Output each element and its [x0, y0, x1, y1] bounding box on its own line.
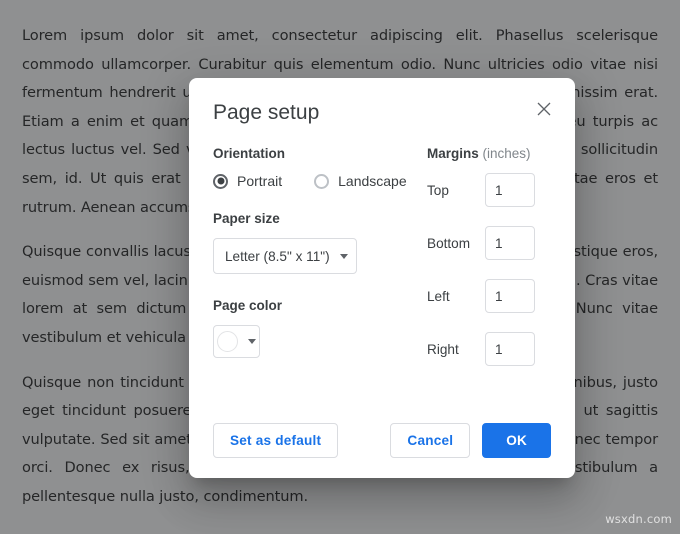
orientation-portrait-label: Portrait	[237, 173, 282, 189]
dialog-footer: Set as default Cancel OK	[189, 423, 575, 458]
margin-right-input[interactable]	[485, 332, 535, 366]
margins-units: (inches)	[483, 146, 531, 161]
page-setup-dialog: Page setup Orientation Portrait	[189, 78, 575, 478]
document-paragraph: Aenean suscipit lacus non justo posuere,…	[22, 528, 658, 534]
radio-selected-icon	[213, 174, 228, 189]
orientation-radio-group: Portrait Landscape	[213, 173, 405, 189]
orientation-label: Orientation	[213, 146, 405, 161]
watermark: wsxdn.com	[605, 512, 672, 526]
paper-size-select[interactable]: Letter (8.5" x 11")	[213, 238, 357, 274]
margin-bottom-input[interactable]	[485, 226, 535, 260]
paper-size-value: Letter (8.5" x 11")	[225, 249, 334, 264]
margin-right-label: Right	[427, 342, 485, 357]
orientation-option-portrait[interactable]: Portrait	[213, 173, 282, 189]
orientation-landscape-label: Landscape	[338, 173, 407, 189]
margin-row-bottom: Bottom	[427, 226, 551, 260]
chevron-down-icon	[248, 339, 256, 344]
margin-row-right: Right	[427, 332, 551, 366]
page-color-label: Page color	[213, 298, 405, 313]
margin-top-label: Top	[427, 183, 485, 198]
page-setup-screen: Lorem ipsum dolor sit amet, consectetur …	[0, 0, 680, 534]
orientation-option-landscape[interactable]: Landscape	[314, 173, 407, 189]
dialog-body: Orientation Portrait Landscape Paper siz…	[189, 126, 575, 385]
margins-label: Margins (inches)	[427, 146, 551, 161]
color-swatch	[217, 331, 238, 352]
margin-bottom-label: Bottom	[427, 236, 485, 251]
cancel-button[interactable]: Cancel	[390, 423, 470, 458]
chevron-down-icon	[340, 254, 348, 259]
set-as-default-button[interactable]: Set as default	[213, 423, 338, 458]
dialog-left-column: Orientation Portrait Landscape Paper siz…	[213, 146, 405, 385]
page-color-select[interactable]	[213, 325, 260, 358]
close-icon[interactable]	[531, 96, 557, 122]
margin-row-left: Left	[427, 279, 551, 313]
margin-top-input[interactable]	[485, 173, 535, 207]
margin-left-label: Left	[427, 289, 485, 304]
ok-button[interactable]: OK	[482, 423, 551, 458]
radio-unselected-icon	[314, 174, 329, 189]
margin-row-top: Top	[427, 173, 551, 207]
dialog-header: Page setup	[189, 78, 575, 126]
paper-size-label: Paper size	[213, 211, 405, 226]
dialog-title: Page setup	[213, 100, 551, 126]
margin-left-input[interactable]	[485, 279, 535, 313]
dialog-right-column: Margins (inches) Top Bottom Left Right	[405, 146, 551, 385]
margins-title: Margins	[427, 146, 479, 161]
